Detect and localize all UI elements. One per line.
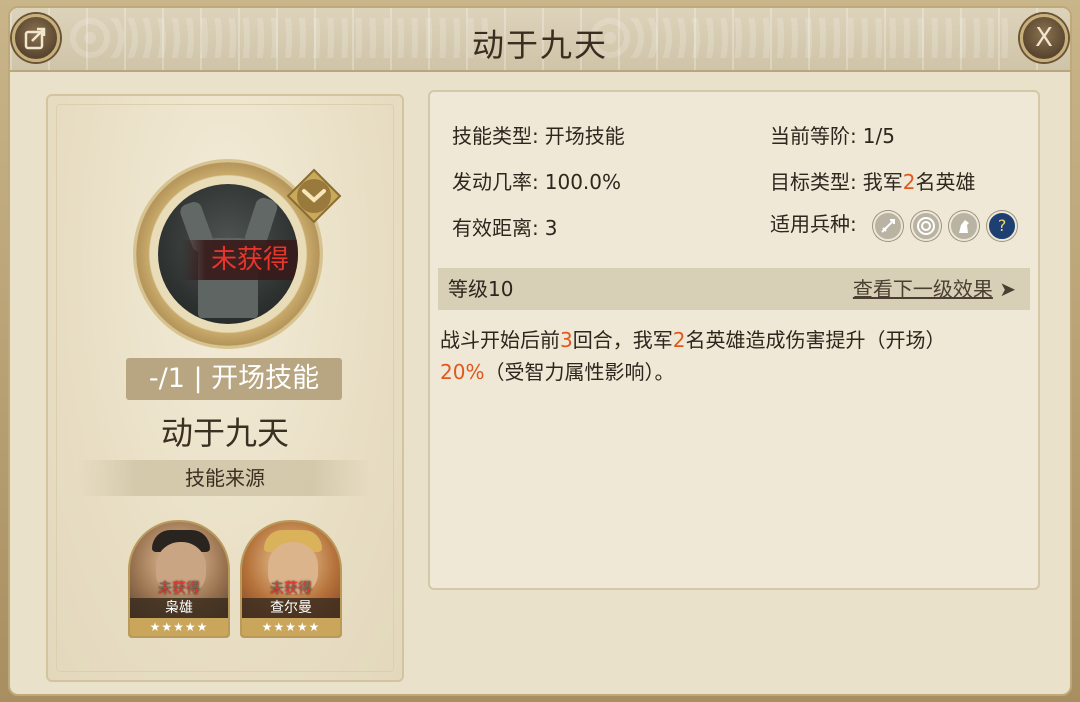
target-type-row: 目标类型: 我军2名英雄 xyxy=(770,170,976,194)
skill-info-panel: 技能类型: 开场技能 当前等阶: 1/5 发动几率: 100.0% 目标类型: 我军2名… xyxy=(428,90,1040,590)
range-row: 有效距离: 3 xyxy=(452,216,558,240)
hero-status: 未获得 xyxy=(158,581,200,597)
arrow-right-icon: ➤ xyxy=(999,277,1016,301)
skill-detail-panel: 动于九天 X 未获得 -/1 | 开场技能 动于九天 技能来源 未获得 枭雄 ★… xyxy=(8,6,1072,696)
popup-frame: 动于九天 X 未获得 -/1 | 开场技能 动于九天 技能来源 未获得 枭雄 ★… xyxy=(0,0,1080,702)
trigger-rate-row: 发动几率: 100.0% xyxy=(452,170,622,194)
chevron-down-icon xyxy=(286,168,342,224)
hero-stars: ★★★★★ xyxy=(242,618,340,636)
next-level-effect-link[interactable]: 查看下一级效果 ➤ xyxy=(853,268,1016,310)
level-label: 等级10 xyxy=(448,277,514,301)
hero-card[interactable]: 未获得 查尔曼 ★★★★★ xyxy=(240,520,342,638)
skill-portrait-icon: 未获得 xyxy=(158,184,298,324)
hero-card[interactable]: 未获得 枭雄 ★★★★★ xyxy=(128,520,230,638)
hero-status: 未获得 xyxy=(270,581,312,597)
expand-chevron-button[interactable] xyxy=(286,168,342,224)
not-obtained-label: 未获得 xyxy=(180,240,298,280)
share-button[interactable] xyxy=(12,14,60,62)
hero-stars: ★★★★★ xyxy=(130,618,228,636)
skill-effect-description: 战斗开始后前3回合，我军2名英雄造成伤害提升（开场） 20%（受智力属性影响）。 xyxy=(440,328,946,384)
page-title: 动于九天 xyxy=(471,26,608,64)
hero-name: 枭雄 xyxy=(130,598,228,618)
skill-card: 未获得 -/1 | 开场技能 动于九天 技能来源 未获得 枭雄 ★★★★★ 未获… xyxy=(46,94,404,682)
skill-level-pill: -/1 | 开场技能 xyxy=(126,358,342,400)
hero-name: 查尔曼 xyxy=(242,598,340,618)
skill-source-heading: 技能来源 xyxy=(78,460,372,496)
title-bar: 动于九天 xyxy=(10,8,1070,72)
troop-type-row: 适用兵种: ? xyxy=(770,208,1018,241)
close-icon: X xyxy=(1035,23,1053,53)
sword-icon xyxy=(873,210,904,241)
skill-name: 动于九天 xyxy=(160,414,289,452)
question-icon[interactable]: ? xyxy=(987,210,1018,241)
horse-icon xyxy=(949,210,980,241)
current-rank-row: 当前等阶: 1/5 xyxy=(770,124,895,148)
share-icon xyxy=(24,27,46,50)
close-button[interactable]: X xyxy=(1020,14,1068,62)
skill-type-row: 技能类型: 开场技能 xyxy=(452,124,625,148)
level-bar: 等级10 查看下一级效果 ➤ xyxy=(438,268,1030,310)
target-icon xyxy=(911,210,942,241)
